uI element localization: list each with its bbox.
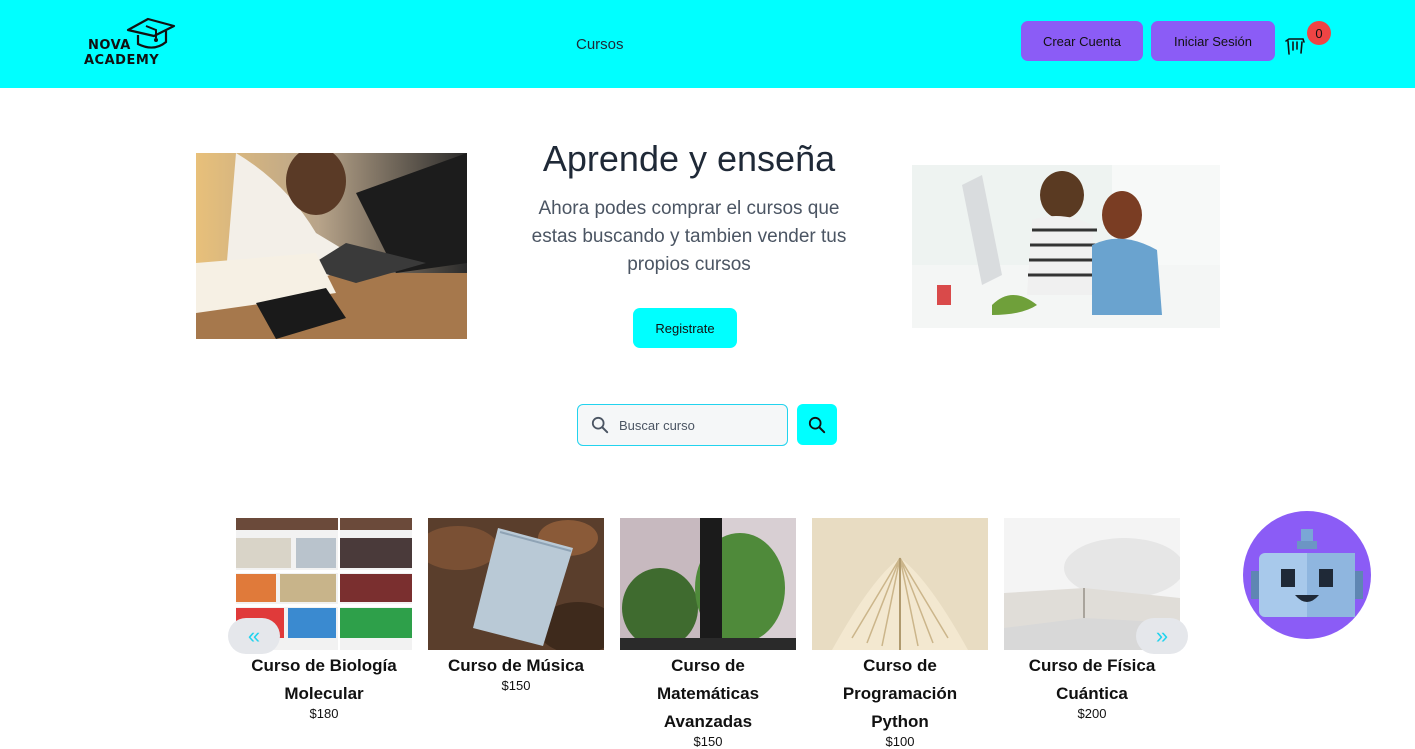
crear-cuenta-button[interactable]: Crear Cuenta [1021,21,1143,61]
hero-image-student-laptop [196,153,467,339]
robot-icon [1251,529,1363,617]
carousel-next-button[interactable]: » [1136,618,1188,654]
course-price: $200 [1077,706,1107,721]
course-title: Curso de Matemáticas Avanzadas [656,656,760,731]
search-icon [591,416,609,434]
course-price: $150 [693,734,723,749]
hero-title: Aprende y enseña [542,138,836,179]
course-price: $150 [501,678,531,693]
course-image-scriptures [428,518,604,650]
course-card[interactable]: Curso de Música $150 [428,518,604,694]
carousel-prev-button[interactable]: « [228,618,280,654]
course-image-open-book [812,518,988,650]
search-field[interactable] [577,404,788,446]
course-price: $180 [309,706,339,721]
search-button[interactable] [797,404,837,445]
hero-subtitle: Ahora podes comprar el cursos que estas … [531,198,847,275]
course-card[interactable]: Curso de Programación Python $100 [812,518,988,749]
top-navbar: NOVA ACADEMY Cursos Crear Cuenta Iniciar… [0,0,1415,88]
logo-line-2: ACADEMY [84,53,160,68]
course-card[interactable]: Curso de Matemáticas Avanzadas $150 [620,518,796,749]
logo-wordmark: NOVA ACADEMY [84,38,159,68]
chatbot-button[interactable] [1243,511,1371,639]
course-title: Curso de Programación Python [842,656,958,731]
course-title: Curso de Música [447,656,585,675]
search-input[interactable] [619,417,769,433]
hero-image-couple-computer [912,165,1220,328]
course-title: Curso de Biología Molecular [251,656,397,703]
course-title: Curso de Física Cuántica [1028,656,1156,703]
course-price: $100 [885,734,915,749]
logo-line-1: NOVA [88,38,131,53]
search-icon [808,416,826,433]
iniciar-sesion-button[interactable]: Iniciar Sesión [1151,21,1275,61]
cart-icon[interactable] [1283,34,1307,58]
course-image-window-plants [620,518,796,650]
nova-academy-logo[interactable]: NOVA ACADEMY [84,16,180,74]
registrate-button[interactable]: Registrate [633,308,737,348]
cart-count-badge: 0 [1307,21,1331,45]
nav-link-cursos[interactable]: Cursos [576,36,624,53]
